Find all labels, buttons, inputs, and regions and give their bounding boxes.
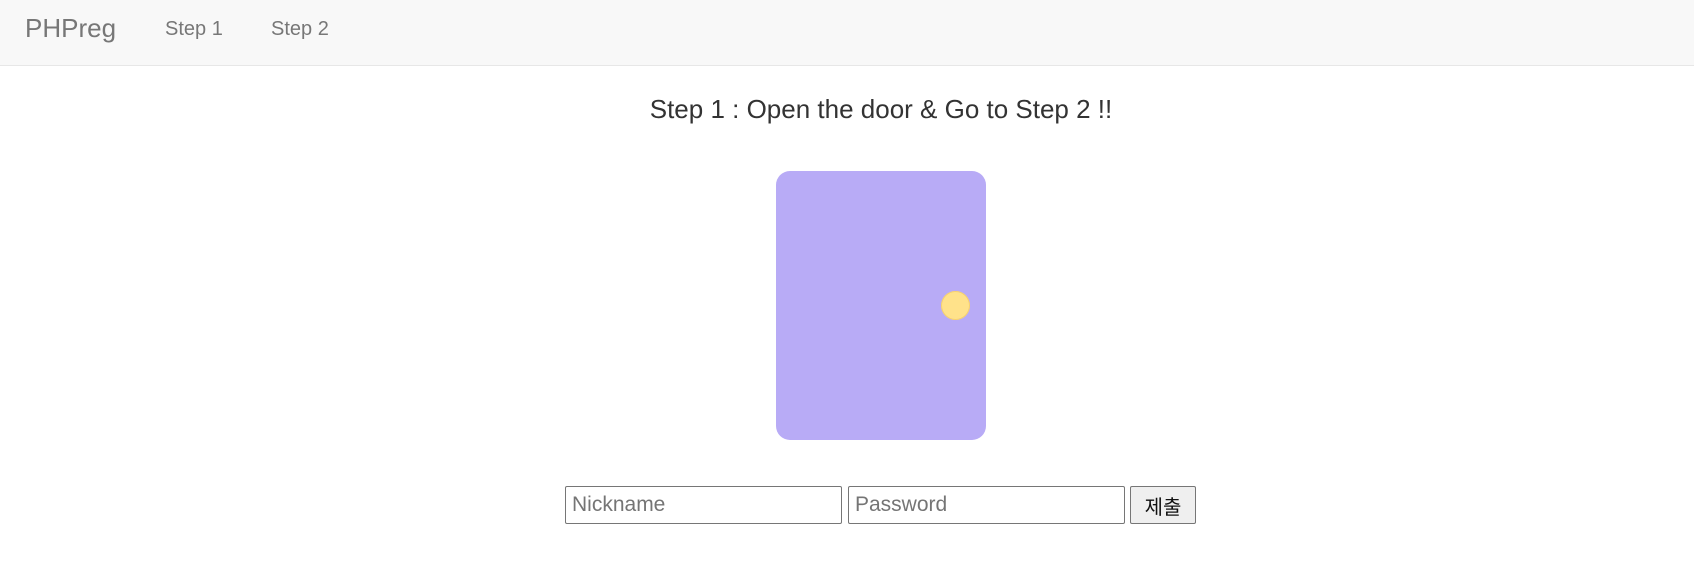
nav-link-step-1[interactable]: Step 1 (165, 18, 223, 40)
nickname-input[interactable] (565, 486, 842, 524)
navbar: PHPreg Step 1 Step 2 (0, 0, 1694, 66)
brand-link[interactable]: PHPreg (25, 13, 116, 43)
door-knob[interactable] (941, 291, 970, 320)
page-title: Step 1 : Open the door & Go to Step 2 !! (649, 94, 1113, 124)
submit-button[interactable]: 제출 (1130, 486, 1196, 524)
door[interactable] (776, 171, 986, 440)
password-input[interactable] (848, 486, 1125, 524)
nav-link-step-2[interactable]: Step 2 (271, 18, 329, 40)
